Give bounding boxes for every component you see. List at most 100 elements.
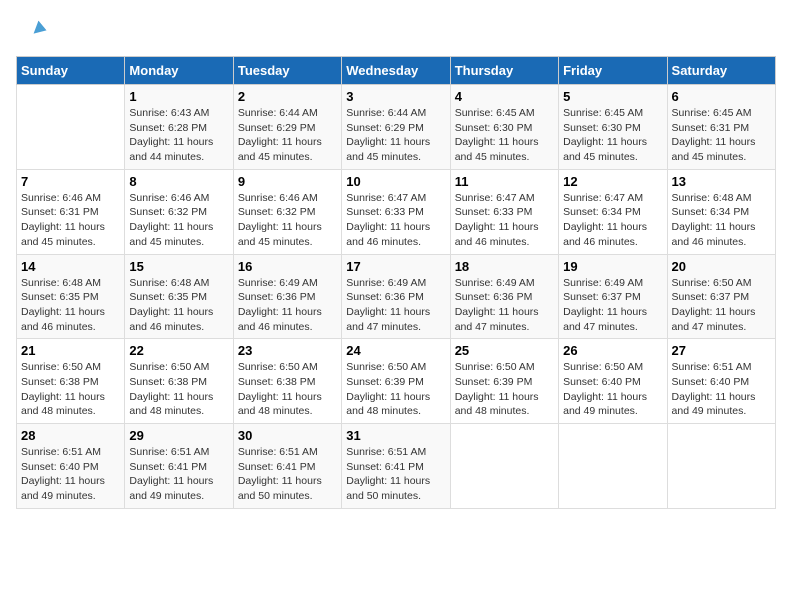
weekday-header-friday: Friday: [559, 57, 667, 85]
calendar-cell: 19 Sunrise: 6:49 AM Sunset: 6:37 PM Dayli…: [559, 254, 667, 339]
day-info: Sunrise: 6:45 AM Sunset: 6:30 PM Dayligh…: [563, 106, 662, 165]
day-info: Sunrise: 6:49 AM Sunset: 6:36 PM Dayligh…: [238, 276, 337, 335]
calendar-cell: 13Sunrise: 6:48 AM Sunset: 6:34 PM Dayli…: [667, 169, 775, 254]
calendar-cell: 25 Sunrise: 6:50 AM Sunset: 6:39 PM Dayli…: [450, 339, 558, 424]
day-info: Sunrise: 6:46 AM Sunset: 6:32 PM Dayligh…: [129, 191, 228, 250]
calendar-cell: [667, 424, 775, 509]
calendar-cell: 23 Sunrise: 6:50 AM Sunset: 6:38 PM Dayli…: [233, 339, 341, 424]
day-info: Sunrise: 6:51 AM Sunset: 6:41 PM Dayligh…: [238, 445, 337, 504]
day-number: 19: [563, 259, 662, 274]
weekday-header-sunday: Sunday: [17, 57, 125, 85]
day-info: Sunrise: 6:47 AM Sunset: 6:33 PM Dayligh…: [346, 191, 445, 250]
calendar-cell: 16 Sunrise: 6:49 AM Sunset: 6:36 PM Dayli…: [233, 254, 341, 339]
weekday-header-tuesday: Tuesday: [233, 57, 341, 85]
day-info: Sunrise: 6:43 AM Sunset: 6:28 PM Dayligh…: [129, 106, 228, 165]
calendar-cell: 29 Sunrise: 6:51 AM Sunset: 6:41 PM Dayli…: [125, 424, 233, 509]
day-info: Sunrise: 6:50 AM Sunset: 6:37 PM Dayligh…: [672, 276, 771, 335]
day-info: Sunrise: 6:50 AM Sunset: 6:40 PM Dayligh…: [563, 360, 662, 419]
day-info: Sunrise: 6:47 AM Sunset: 6:33 PM Dayligh…: [455, 191, 554, 250]
calendar-cell: 10 Sunrise: 6:47 AM Sunset: 6:33 PM Dayli…: [342, 169, 450, 254]
calendar-cell: 20 Sunrise: 6:50 AM Sunset: 6:37 PM Dayli…: [667, 254, 775, 339]
day-number: 11: [455, 174, 554, 189]
day-number: 17: [346, 259, 445, 274]
day-info: Sunrise: 6:46 AM Sunset: 6:32 PM Dayligh…: [238, 191, 337, 250]
day-number: 4: [455, 89, 554, 104]
day-info: Sunrise: 6:49 AM Sunset: 6:37 PM Dayligh…: [563, 276, 662, 335]
day-info: Sunrise: 6:49 AM Sunset: 6:36 PM Dayligh…: [346, 276, 445, 335]
day-number: 21: [21, 343, 120, 358]
calendar-cell: 31Sunrise: 6:51 AM Sunset: 6:41 PM Dayli…: [342, 424, 450, 509]
weekday-header-wednesday: Wednesday: [342, 57, 450, 85]
weekday-header-thursday: Thursday: [450, 57, 558, 85]
day-number: 20: [672, 259, 771, 274]
day-number: 6: [672, 89, 771, 104]
calendar-cell: 15 Sunrise: 6:48 AM Sunset: 6:35 PM Dayli…: [125, 254, 233, 339]
logo: [16, 16, 52, 48]
day-info: Sunrise: 6:50 AM Sunset: 6:39 PM Dayligh…: [455, 360, 554, 419]
calendar-cell: 11 Sunrise: 6:47 AM Sunset: 6:33 PM Dayli…: [450, 169, 558, 254]
day-info: Sunrise: 6:50 AM Sunset: 6:38 PM Dayligh…: [21, 360, 120, 419]
calendar-cell: 18 Sunrise: 6:49 AM Sunset: 6:36 PM Dayli…: [450, 254, 558, 339]
logo-icon: [16, 16, 48, 48]
day-info: Sunrise: 6:45 AM Sunset: 6:30 PM Dayligh…: [455, 106, 554, 165]
day-number: 1: [129, 89, 228, 104]
day-info: Sunrise: 6:48 AM Sunset: 6:35 PM Dayligh…: [21, 276, 120, 335]
day-info: Sunrise: 6:48 AM Sunset: 6:35 PM Dayligh…: [129, 276, 228, 335]
day-number: 2: [238, 89, 337, 104]
day-info: Sunrise: 6:51 AM Sunset: 6:41 PM Dayligh…: [129, 445, 228, 504]
day-number: 18: [455, 259, 554, 274]
day-number: 30: [238, 428, 337, 443]
day-info: Sunrise: 6:48 AM Sunset: 6:34 PM Dayligh…: [672, 191, 771, 250]
calendar-cell: 28 Sunrise: 6:51 AM Sunset: 6:40 PM Dayli…: [17, 424, 125, 509]
day-info: Sunrise: 6:44 AM Sunset: 6:29 PM Dayligh…: [238, 106, 337, 165]
calendar-cell: 12 Sunrise: 6:47 AM Sunset: 6:34 PM Dayli…: [559, 169, 667, 254]
calendar-cell: [450, 424, 558, 509]
day-info: Sunrise: 6:46 AM Sunset: 6:31 PM Dayligh…: [21, 191, 120, 250]
day-number: 29: [129, 428, 228, 443]
day-info: Sunrise: 6:51 AM Sunset: 6:40 PM Dayligh…: [21, 445, 120, 504]
day-number: 24: [346, 343, 445, 358]
calendar-cell: 24Sunrise: 6:50 AM Sunset: 6:39 PM Dayli…: [342, 339, 450, 424]
calendar-cell: 6 Sunrise: 6:45 AM Sunset: 6:31 PM Daylig…: [667, 85, 775, 170]
day-number: 9: [238, 174, 337, 189]
day-number: 8: [129, 174, 228, 189]
day-number: 28: [21, 428, 120, 443]
day-number: 12: [563, 174, 662, 189]
day-info: Sunrise: 6:50 AM Sunset: 6:38 PM Dayligh…: [238, 360, 337, 419]
day-info: Sunrise: 6:45 AM Sunset: 6:31 PM Dayligh…: [672, 106, 771, 165]
day-info: Sunrise: 6:50 AM Sunset: 6:38 PM Dayligh…: [129, 360, 228, 419]
day-number: 7: [21, 174, 120, 189]
day-info: Sunrise: 6:49 AM Sunset: 6:36 PM Dayligh…: [455, 276, 554, 335]
day-number: 22: [129, 343, 228, 358]
calendar-cell: [559, 424, 667, 509]
day-number: 10: [346, 174, 445, 189]
calendar-cell: 9 Sunrise: 6:46 AM Sunset: 6:32 PM Daylig…: [233, 169, 341, 254]
day-number: 14: [21, 259, 120, 274]
calendar-cell: 21 Sunrise: 6:50 AM Sunset: 6:38 PM Dayli…: [17, 339, 125, 424]
day-number: 25: [455, 343, 554, 358]
calendar-cell: 3 Sunrise: 6:44 AM Sunset: 6:29 PM Daylig…: [342, 85, 450, 170]
page-header: [16, 16, 776, 48]
day-info: Sunrise: 6:47 AM Sunset: 6:34 PM Dayligh…: [563, 191, 662, 250]
calendar-cell: 5 Sunrise: 6:45 AM Sunset: 6:30 PM Daylig…: [559, 85, 667, 170]
calendar-cell: 30 Sunrise: 6:51 AM Sunset: 6:41 PM Dayli…: [233, 424, 341, 509]
calendar-cell: 17 Sunrise: 6:49 AM Sunset: 6:36 PM Dayli…: [342, 254, 450, 339]
weekday-header-monday: Monday: [125, 57, 233, 85]
day-info: Sunrise: 6:51 AM Sunset: 6:40 PM Dayligh…: [672, 360, 771, 419]
calendar-cell: 27Sunrise: 6:51 AM Sunset: 6:40 PM Dayli…: [667, 339, 775, 424]
calendar-cell: 14 Sunrise: 6:48 AM Sunset: 6:35 PM Dayli…: [17, 254, 125, 339]
calendar-cell: 26 Sunrise: 6:50 AM Sunset: 6:40 PM Dayli…: [559, 339, 667, 424]
day-number: 23: [238, 343, 337, 358]
day-number: 3: [346, 89, 445, 104]
calendar-cell: 2 Sunrise: 6:44 AM Sunset: 6:29 PM Daylig…: [233, 85, 341, 170]
day-info: Sunrise: 6:51 AM Sunset: 6:41 PM Dayligh…: [346, 445, 445, 504]
calendar-table: SundayMondayTuesdayWednesdayThursdayFrid…: [16, 56, 776, 509]
weekday-header-saturday: Saturday: [667, 57, 775, 85]
day-number: 15: [129, 259, 228, 274]
day-info: Sunrise: 6:44 AM Sunset: 6:29 PM Dayligh…: [346, 106, 445, 165]
calendar-cell: 22 Sunrise: 6:50 AM Sunset: 6:38 PM Dayli…: [125, 339, 233, 424]
day-number: 26: [563, 343, 662, 358]
day-number: 5: [563, 89, 662, 104]
day-number: 16: [238, 259, 337, 274]
calendar-cell: 8 Sunrise: 6:46 AM Sunset: 6:32 PM Daylig…: [125, 169, 233, 254]
